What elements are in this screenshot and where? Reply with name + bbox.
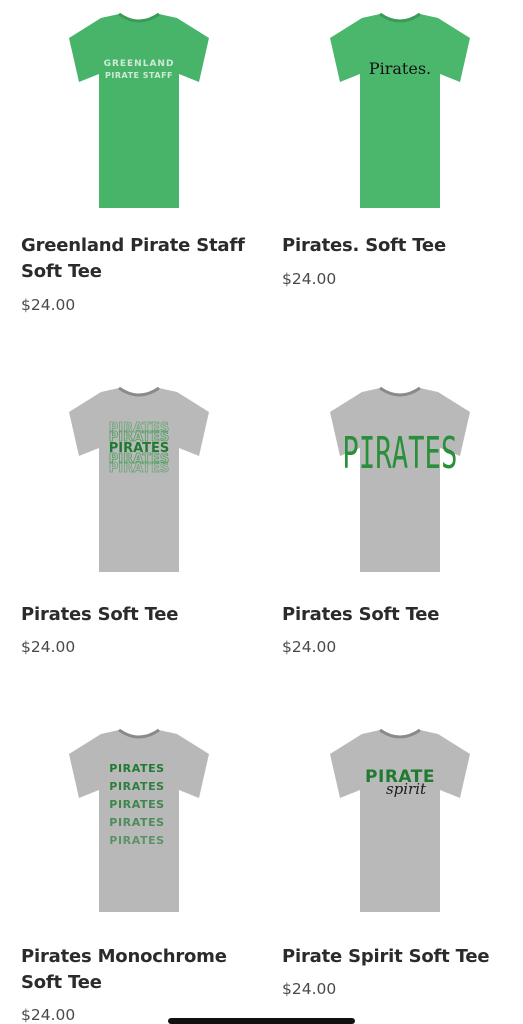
product-image[interactable]: GREENLAND PIRATE STAFF	[49, 12, 229, 212]
product-image[interactable]: Pirates.	[310, 12, 490, 212]
product-price: $24.00	[282, 980, 337, 998]
product-price: $24.00	[282, 638, 337, 656]
product-card[interactable]: GREENLAND PIRATE STAFF Greenland Pirate …	[21, 0, 251, 330]
product-card[interactable]: PIRATES PIRATES PIRATES PIRATES PIRATES …	[21, 722, 251, 1024]
product-card[interactable]: Pirates. Pirates. Soft Tee $24.00	[282, 0, 512, 300]
tshirt-image-gray-pirates-stacked: PIRATES PIRATES PIRATES PIRATES PIRATES	[69, 386, 209, 572]
shirt-print-text: PIRATE STAFF	[105, 71, 173, 80]
product-image[interactable]: PIRATES PIRATES PIRATES PIRATES PIRATES	[49, 728, 229, 928]
product-title[interactable]: Pirates. Soft Tee	[282, 233, 512, 259]
svg-text:PIRATES: PIRATES	[109, 461, 170, 476]
tshirt-image-gray-monochrome: PIRATES PIRATES PIRATES PIRATES PIRATES	[69, 728, 209, 912]
shirt-print-text: Pirates.	[369, 59, 431, 78]
product-title[interactable]: Pirates Soft Tee	[282, 602, 512, 628]
product-image[interactable]: PIRATES PIRATES PIRATES PIRATES PIRATES	[49, 386, 229, 586]
shirt-print-text: PIRATES	[342, 427, 457, 479]
tshirt-image-gray-pirate-spirit: PIRATE spirit	[330, 728, 470, 912]
product-grid: GREENLAND PIRATE STAFF Greenland Pirate …	[0, 0, 523, 1024]
tshirt-image-gray-pirates-tall: PIRATES	[330, 386, 470, 572]
product-title[interactable]: Greenland Pirate Staff Soft Tee	[21, 233, 251, 285]
product-card[interactable]: PIRATES PIRATES PIRATES PIRATES PIRATES …	[21, 380, 251, 670]
tshirt-image-green-staff: GREENLAND PIRATE STAFF	[69, 12, 209, 208]
shirt-print-script: spirit	[386, 780, 427, 798]
product-price: $24.00	[21, 1006, 76, 1024]
product-card[interactable]: PIRATE spirit Pirate Spirit Soft Tee $24…	[282, 722, 512, 1012]
product-price: $24.00	[282, 270, 337, 288]
product-image[interactable]: PIRATES	[310, 386, 490, 586]
product-title[interactable]: Pirates Monochrome Soft Tee	[21, 944, 251, 996]
product-image[interactable]: PIRATE spirit	[310, 728, 490, 928]
shirt-print-text: PIRATES	[109, 780, 164, 793]
home-indicator[interactable]	[168, 1018, 355, 1024]
shirt-print-text: PIRATES	[109, 816, 164, 829]
shirt-print-text: PIRATES	[109, 762, 164, 775]
product-title[interactable]: Pirates Soft Tee	[21, 602, 251, 628]
product-card[interactable]: PIRATES Pirates Soft Tee $24.00	[282, 380, 512, 670]
shirt-print-text: GREENLAND	[104, 59, 175, 69]
shirt-print-text: PIRATES	[109, 834, 164, 847]
tshirt-image-green-pirates: Pirates.	[330, 12, 470, 208]
product-title[interactable]: Pirate Spirit Soft Tee	[282, 944, 512, 970]
shirt-print-text: PIRATES	[109, 798, 164, 811]
product-price: $24.00	[21, 638, 76, 656]
product-price: $24.00	[21, 296, 76, 314]
